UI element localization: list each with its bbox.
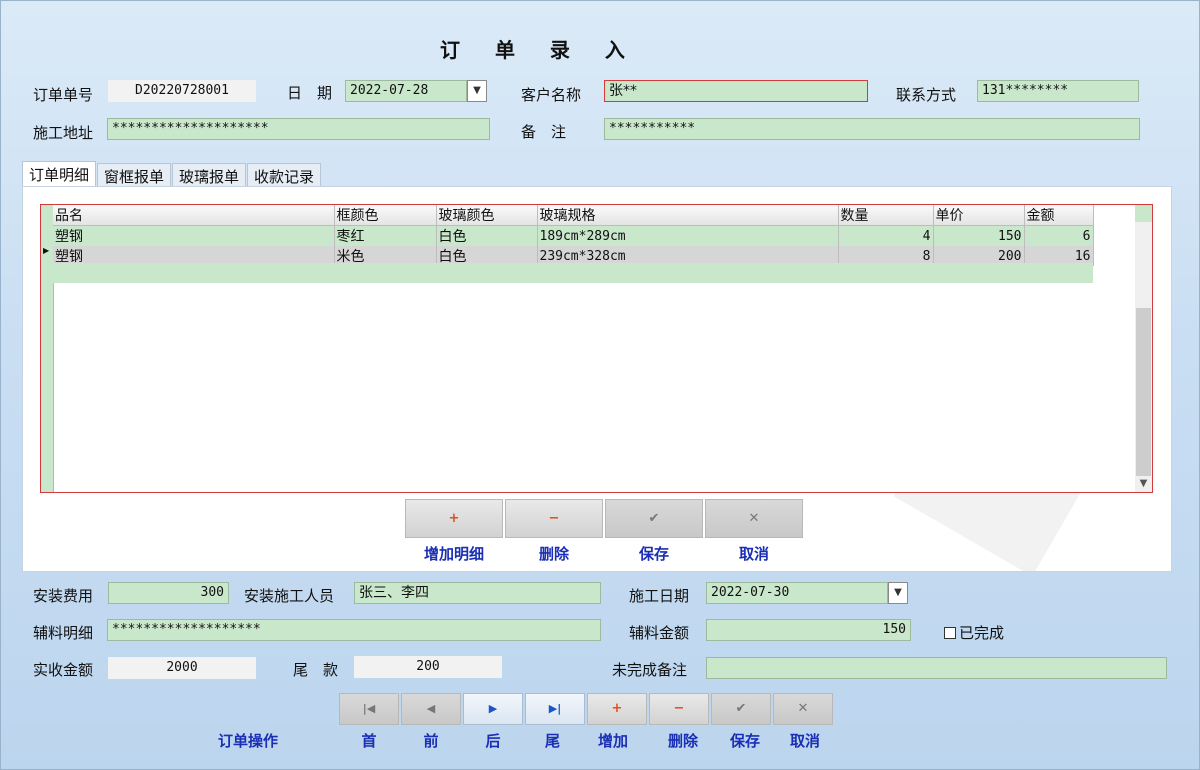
cell-glass-spec[interactable]: 189cm*289cm (537, 225, 839, 246)
date-dropdown-button[interactable]: ▼ (467, 80, 487, 102)
minus-icon: − (548, 511, 560, 526)
cell-name[interactable]: 塑钢 (53, 225, 335, 246)
save-detail-label[interactable]: 保存 (605, 543, 703, 564)
scroll-down-icon[interactable]: ▼ (1135, 475, 1152, 492)
last-record-label[interactable]: 尾 (525, 730, 580, 751)
page-title: 订 单 录 入 (440, 38, 639, 62)
next-record-button[interactable]: ▶ (463, 693, 523, 725)
first-record-icon: |◀ (362, 702, 376, 715)
balance-field[interactable]: 200 (354, 656, 502, 678)
unfinished-note-field[interactable] (706, 657, 1167, 679)
close-icon: ✕ (748, 511, 760, 526)
chevron-down-icon: ▼ (473, 85, 481, 96)
col-header-frame-color[interactable]: 框颜色 (334, 205, 437, 226)
new-row-placeholder[interactable] (53, 263, 1093, 283)
unfinished-note-label: 未完成备注 (612, 661, 688, 679)
contact-label: 联系方式 (896, 86, 957, 104)
material-amount-field[interactable]: 150 (706, 619, 911, 641)
last-record-icon: ▶| (548, 702, 562, 715)
contact-field[interactable]: 131******** (977, 80, 1139, 102)
vertical-scrollbar[interactable]: ▼ (1135, 205, 1152, 492)
completed-checkbox[interactable]: 已完成 (944, 622, 1004, 643)
prev-record-button[interactable]: ◀ (401, 693, 461, 725)
cancel-detail-button[interactable]: ✕ (705, 499, 803, 538)
add-detail-label[interactable]: 增加明细 (405, 543, 503, 564)
material-detail-label: 辅料明细 (33, 624, 94, 642)
customer-field[interactable]: 张** (604, 80, 868, 102)
cell-amount[interactable]: 6 (1024, 225, 1094, 246)
first-record-label[interactable]: 首 (339, 730, 399, 751)
remark-field[interactable]: *********** (604, 118, 1140, 140)
cell-quantity[interactable]: 4 (838, 225, 934, 246)
address-label: 施工地址 (33, 124, 94, 142)
material-amount-label: 辅料金额 (629, 624, 690, 642)
cell-glass-color[interactable]: 白色 (436, 225, 538, 246)
add-detail-button[interactable]: + (405, 499, 503, 538)
save-order-label[interactable]: 保存 (715, 730, 775, 751)
table-header-row: 品名 框颜色 玻璃颜色 玻璃规格 数量 单价 金额 (53, 205, 1094, 226)
check-icon: ✔ (735, 701, 747, 716)
current-row-indicator-icon: ▶ (43, 246, 50, 255)
cancel-detail-label[interactable]: 取消 (705, 543, 803, 564)
first-record-button[interactable]: |◀ (339, 693, 399, 725)
chevron-down-icon: ▼ (894, 587, 902, 598)
col-header-glass-spec[interactable]: 玻璃规格 (537, 205, 839, 226)
next-record-label[interactable]: 后 (463, 730, 523, 751)
scroll-up-area[interactable] (1135, 205, 1152, 222)
col-header-unit-price[interactable]: 单价 (933, 205, 1025, 226)
col-header-name[interactable]: 品名 (53, 205, 335, 226)
cell-frame-color[interactable]: 枣红 (334, 225, 437, 246)
delete-order-label[interactable]: 删除 (653, 730, 713, 751)
customer-label: 客户名称 (521, 86, 582, 104)
delete-detail-button[interactable]: − (505, 499, 603, 538)
order-no-label: 订单单号 (33, 86, 94, 104)
add-order-label[interactable]: 增加 (587, 730, 639, 751)
installers-field[interactable]: 张三、李四 (354, 582, 601, 604)
work-date-label: 施工日期 (629, 587, 690, 605)
cancel-order-label[interactable]: 取消 (775, 730, 835, 751)
order-no-field[interactable]: D20220728001 (108, 80, 256, 102)
prev-record-icon: ◀ (426, 702, 436, 715)
add-order-button[interactable]: + (587, 693, 647, 725)
checkbox-icon (944, 627, 956, 639)
minus-icon: − (673, 701, 685, 716)
work-date-dropdown-button[interactable]: ▼ (888, 582, 908, 604)
col-header-amount[interactable]: 金额 (1024, 205, 1094, 226)
install-fee-field[interactable]: 300 (108, 582, 229, 604)
material-detail-field[interactable]: ******************* (107, 619, 601, 641)
date-field[interactable]: 2022-07-28 (345, 80, 467, 102)
save-order-button[interactable]: ✔ (711, 693, 771, 725)
save-detail-button[interactable]: ✔ (605, 499, 703, 538)
detail-table: 品名 框颜色 玻璃颜色 玻璃规格 数量 单价 金额 塑钢 枣红 白色 189cm… (53, 205, 1094, 266)
received-label: 实收金额 (33, 661, 94, 679)
delete-order-button[interactable]: − (649, 693, 709, 725)
check-icon: ✔ (648, 511, 660, 526)
last-record-button[interactable]: ▶| (525, 693, 585, 725)
completed-label: 已完成 (959, 624, 1005, 642)
order-detail-panel: 品名 框颜色 玻璃颜色 玻璃规格 数量 单价 金额 塑钢 枣红 白色 189cm… (22, 186, 1172, 572)
detail-grid[interactable]: 品名 框颜色 玻璃颜色 玻璃规格 数量 单价 金额 塑钢 枣红 白色 189cm… (40, 204, 1153, 493)
next-record-icon: ▶ (488, 702, 498, 715)
col-header-quantity[interactable]: 数量 (838, 205, 934, 226)
install-fee-label: 安装费用 (33, 587, 94, 605)
col-header-glass-color[interactable]: 玻璃颜色 (436, 205, 538, 226)
remark-label: 备 注 (521, 123, 567, 141)
balance-label: 尾 款 (293, 661, 339, 679)
received-field[interactable]: 2000 (108, 657, 256, 679)
plus-icon: + (611, 701, 623, 716)
address-field[interactable]: ******************** (107, 118, 490, 140)
order-ops-section-label: 订单操作 (218, 732, 279, 750)
close-icon: ✕ (797, 701, 809, 716)
prev-record-label[interactable]: 前 (401, 730, 461, 751)
date-label: 日 期 (287, 84, 333, 102)
cell-unit-price[interactable]: 150 (933, 225, 1025, 246)
table-row[interactable]: 塑钢 枣红 白色 189cm*289cm 4 150 6 (53, 225, 1094, 246)
plus-icon: + (448, 511, 460, 526)
scroll-thumb[interactable] (1136, 308, 1151, 476)
work-date-field[interactable]: 2022-07-30 (706, 582, 888, 604)
installers-label: 安装施工人员 (244, 587, 335, 605)
cancel-order-button[interactable]: ✕ (773, 693, 833, 725)
delete-detail-label[interactable]: 删除 (505, 543, 603, 564)
